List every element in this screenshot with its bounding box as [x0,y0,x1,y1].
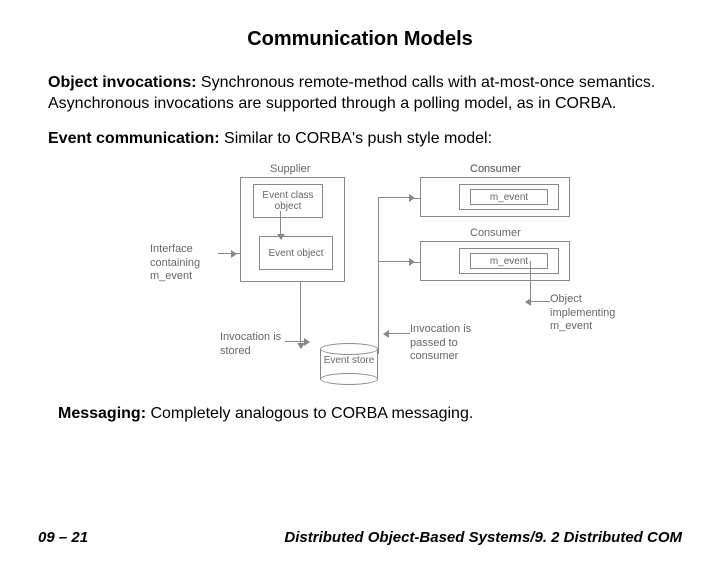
line-object-impl-v [530,261,531,301]
line-interface-pointer [218,253,232,254]
text-event-communication: Similar to CORBA's push style model: [220,130,492,147]
paragraph-object-invocations: Object invocations: Synchronous remote-m… [48,73,672,115]
footer-left: 09 – 21 [38,529,88,546]
label-object-invocations: Object invocations: [48,74,196,91]
supplier-label: Supplier [270,163,310,176]
consumer2-m-event: m_event [470,253,548,269]
spacer [378,353,379,354]
line-store-up2 [378,197,379,261]
consumer2-label-fix: Consumer [470,227,521,240]
interface-label: Interface containing m_event [150,243,220,283]
footer: 09 – 21 Distributed Object-Based Systems… [0,529,720,546]
line-passed-pointer [388,333,410,334]
label-messaging: Messaging: [58,405,146,422]
paragraph-event-communication: Event communication: Similar to CORBA's … [48,129,672,150]
line-supplier-to-store [300,282,301,344]
line-store-to-consumer2 [378,261,410,262]
object-implementing-label: Object implementing m_event [550,293,635,333]
line-store-up [378,261,379,353]
consumer1-box: m_event [420,177,570,217]
line-class-to-object [280,211,281,235]
text-messaging: Completely analogous to CORBA messaging. [146,405,473,422]
line-object-impl-h [530,301,550,302]
footer-right: Distributed Object-Based Systems/9. 2 Di… [284,529,682,546]
invocation-passed-label: Invocation is passed to consumer [410,323,485,363]
consumer1-frame: m_event [459,184,559,210]
consumer1-m-event: m_event [470,189,548,205]
paragraph-messaging: Messaging: Completely analogous to CORBA… [0,405,720,423]
line-store-to-consumer1 [378,197,410,198]
event-object-box: Event object [259,236,333,270]
label-event-communication: Event communication: [48,130,220,147]
supplier-box: Event class object Event object [240,177,345,282]
line-stored-pointer [285,341,305,342]
event-store-bottom [320,373,378,385]
content-body: Object invocations: Synchronous remote-m… [0,73,720,149]
diagram: Supplier Event class object Event object… [90,163,630,393]
event-class-object-box: Event class object [253,184,323,218]
page-title: Communication Models [0,28,720,51]
event-store-label: Event store [320,355,378,366]
invocation-stored-label: Invocation is stored [220,331,290,357]
consumer2-label: Consumer [470,163,521,176]
consumer2-box: m_event [420,241,570,281]
consumer2-frame: m_event [459,248,559,274]
